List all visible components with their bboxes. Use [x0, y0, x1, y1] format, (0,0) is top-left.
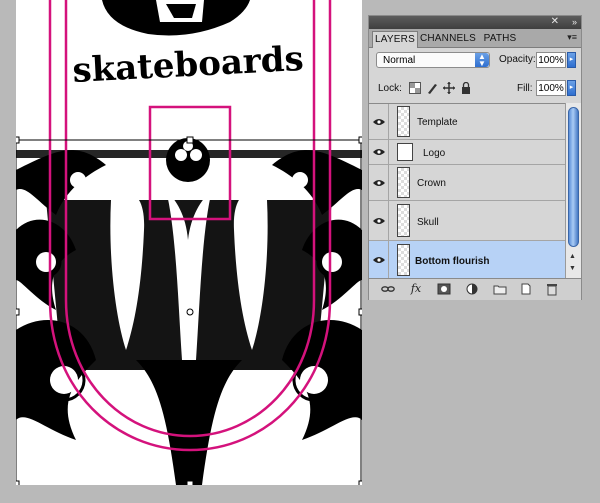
- layer-row-logo[interactable]: Logo: [369, 140, 565, 165]
- trash-icon[interactable]: [545, 282, 559, 296]
- layer-row-crown[interactable]: Crown: [369, 165, 565, 201]
- layer-row-bottom-flourish[interactable]: Bottom flourish: [369, 241, 565, 279]
- layers-scrollbar[interactable]: ▲ ▼: [565, 103, 581, 278]
- fill-slider-arrow[interactable]: ▸: [567, 80, 576, 96]
- eye-icon[interactable]: [369, 165, 389, 200]
- layer-row-skull[interactable]: Skull: [369, 201, 565, 241]
- layer-thumbnail: [397, 204, 410, 237]
- lock-transparency-icon[interactable]: [409, 81, 421, 94]
- fill-field[interactable]: 100%: [536, 80, 566, 96]
- document-canvas[interactable]: skateboards: [16, 0, 362, 485]
- tab-paths[interactable]: PATHS: [481, 31, 519, 47]
- layer-thumbnail: [397, 143, 413, 161]
- scroll-up-icon[interactable]: ▲: [569, 253, 576, 260]
- tab-channels[interactable]: CHANNELS: [419, 31, 477, 47]
- panel-titlebar[interactable]: ✕ »: [369, 16, 581, 29]
- layer-thumbnail: [397, 244, 410, 276]
- opacity-field[interactable]: 100%: [536, 52, 566, 68]
- tab-layers[interactable]: LAYERS: [372, 31, 418, 48]
- eye-icon[interactable]: [369, 140, 389, 164]
- fill-label: Fill:: [517, 83, 533, 94]
- artwork: skateboards: [16, 0, 362, 485]
- collapse-icon[interactable]: »: [572, 17, 577, 27]
- layer-name: Template: [417, 117, 458, 128]
- layers-panel: ✕ » LAYERS CHANNELS PATHS ▾≡ Normal ▲ ▼ O…: [368, 15, 582, 300]
- scroll-down-icon[interactable]: ▼: [569, 265, 576, 272]
- fx-icon[interactable]: fx: [409, 282, 423, 296]
- layer-name: Crown: [417, 178, 446, 189]
- blend-mode-value: Normal: [383, 55, 416, 66]
- chevron-updown-icon: ▲ ▼: [475, 53, 489, 68]
- layer-name: Bottom flourish: [415, 256, 490, 267]
- lock-paint-icon[interactable]: [426, 81, 438, 94]
- opacity-label: Opacity:: [499, 54, 536, 65]
- eye-icon[interactable]: [369, 104, 389, 139]
- layer-thumbnail: [397, 167, 410, 198]
- panel-footer: fx: [369, 278, 581, 300]
- lock-all-icon[interactable]: [460, 81, 472, 94]
- link-layers-icon[interactable]: [381, 282, 395, 296]
- layer-name: Logo: [423, 148, 446, 159]
- eye-icon[interactable]: [369, 241, 389, 278]
- scroll-thumb[interactable]: [568, 107, 579, 247]
- layer-thumbnail: [397, 106, 410, 137]
- panel-tabs: LAYERS CHANNELS PATHS ▾≡: [369, 29, 581, 48]
- panel-menu-icon[interactable]: ▾≡: [567, 32, 577, 43]
- group-folder-icon[interactable]: [493, 282, 507, 296]
- lock-position-icon[interactable]: [443, 81, 455, 94]
- layers-list: Template Logo Crown Skull Bottom flouris…: [369, 103, 565, 279]
- layer-name: Skull: [417, 217, 439, 228]
- layer-row-template[interactable]: Template: [369, 104, 565, 140]
- blend-mode-select[interactable]: Normal ▲ ▼: [376, 52, 490, 68]
- close-icon[interactable]: ✕: [551, 16, 559, 27]
- new-layer-icon[interactable]: [519, 282, 533, 296]
- eye-icon[interactable]: [369, 201, 389, 240]
- layer-mask-icon[interactable]: [437, 282, 451, 296]
- opacity-slider-arrow[interactable]: ▸: [567, 52, 576, 68]
- lock-label: Lock:: [378, 83, 402, 94]
- adjustment-layer-icon[interactable]: [465, 282, 479, 296]
